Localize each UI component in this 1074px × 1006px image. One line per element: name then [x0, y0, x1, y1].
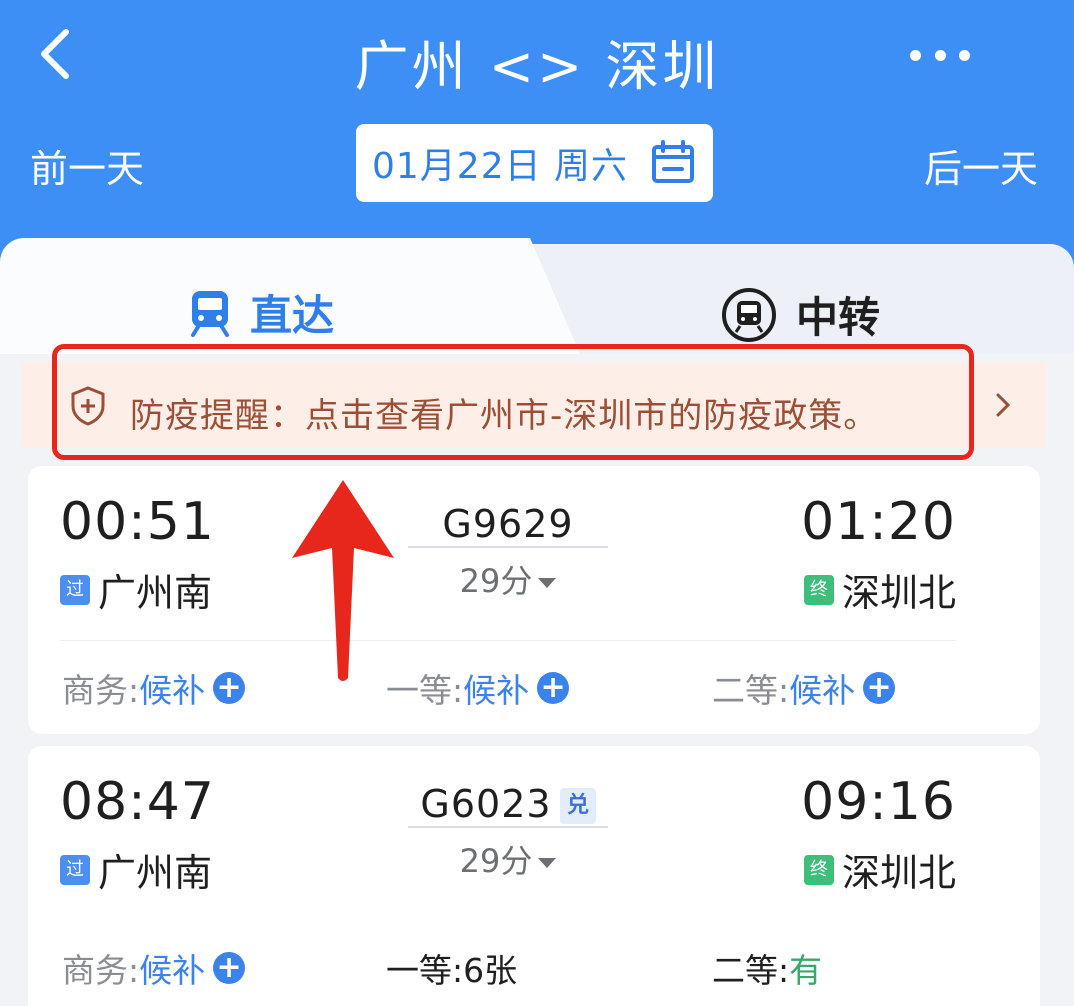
highlight-frame — [52, 344, 974, 460]
seat-first-class[interactable]: 一等: 6张 — [386, 944, 517, 992]
redeem-badge: 兑 — [560, 788, 596, 824]
arrival-station-name: 深圳北 — [841, 571, 956, 615]
transfer-train-icon — [722, 287, 776, 342]
seat-value: 候补 — [463, 671, 530, 710]
seat-first-class[interactable]: 一等: 候补 + — [386, 664, 570, 712]
caret-down-icon — [538, 578, 557, 588]
departure-station: 过 广州南 — [60, 842, 212, 897]
seat-label: 一等: — [386, 951, 464, 990]
seat-second-class[interactable]: 二等: 有 — [712, 944, 822, 992]
arrival-time: 01:20 — [801, 492, 956, 552]
tab-direct-label: 直达 — [250, 291, 335, 340]
departure-station-name: 广州南 — [98, 571, 213, 615]
tab-transfer[interactable]: 中转 — [720, 284, 880, 345]
train-icon — [191, 290, 229, 337]
arrival-time: 09:16 — [801, 772, 956, 832]
seat-value: 候补 — [139, 671, 206, 710]
seat-business[interactable]: 商务: 候补 + — [62, 944, 246, 992]
train-number: G6023 — [420, 782, 552, 826]
seat-business[interactable]: 商务: 候补 + — [62, 664, 246, 712]
duration-toggle[interactable]: 29分 — [408, 836, 608, 882]
tab-transfer-label: 中转 — [796, 293, 881, 342]
departure-time: 08:47 — [60, 772, 215, 832]
departure-station-name: 广州南 — [98, 851, 213, 895]
arrival-station-name: 深圳北 — [841, 851, 956, 895]
arrival-station: 终 深圳北 — [803, 562, 956, 617]
add-waitlist-icon[interactable]: + — [213, 672, 246, 704]
date-label: 01月22日 周六 — [372, 146, 629, 187]
terminal-badge: 终 — [803, 574, 834, 605]
train-divider — [408, 546, 608, 548]
seat-value: 候补 — [789, 671, 856, 710]
seat-value: 候补 — [139, 951, 206, 990]
caret-down-icon — [538, 858, 557, 868]
red-arrow-up-icon — [292, 480, 394, 681]
pass-badge: 过 — [60, 574, 90, 605]
train-number: G9629 — [442, 502, 574, 546]
calendar-icon — [652, 140, 694, 183]
date-picker[interactable]: 01月22日 周六 — [356, 124, 713, 202]
more-dots-icon[interactable] — [910, 50, 970, 62]
pass-badge: 过 — [60, 854, 90, 885]
seat-value: 6张 — [463, 951, 518, 990]
seat-label: 商务: — [62, 671, 140, 710]
add-waitlist-icon[interactable]: + — [863, 672, 896, 704]
seat-second-class[interactable]: 二等: 候补 + — [712, 664, 896, 712]
seat-label: 二等: — [712, 951, 790, 990]
departure-station: 过 广州南 — [60, 562, 212, 617]
duration-label: 29分 — [459, 842, 533, 880]
card-divider — [60, 640, 956, 641]
chevron-right-icon[interactable] — [992, 390, 1014, 420]
terminal-badge: 终 — [803, 854, 834, 885]
train-card[interactable]: 08:47 过 广州南 G6023 兑 29分 09:16 终 深圳北 商务: … — [28, 746, 1040, 1006]
add-waitlist-icon[interactable]: + — [537, 672, 570, 704]
duration-label: 29分 — [459, 562, 533, 600]
seat-value: 有 — [789, 951, 823, 990]
train-divider — [408, 826, 608, 828]
departure-time: 00:51 — [60, 492, 215, 552]
seat-label: 商务: — [62, 951, 140, 990]
route-type-tabs: 直达 中转 — [0, 238, 1074, 354]
train-card[interactable]: 00:51 过 广州南 G9629 29分 01:20 终 深圳北 商务: 候补… — [28, 466, 1040, 734]
next-day-button[interactable]: 后一天 — [924, 138, 1038, 193]
prev-day-button[interactable]: 前一天 — [30, 138, 144, 193]
arrival-station: 终 深圳北 — [803, 842, 956, 897]
seat-label: 二等: — [712, 671, 790, 710]
add-waitlist-icon[interactable]: + — [213, 952, 246, 984]
duration-toggle[interactable]: 29分 — [408, 556, 608, 602]
tab-direct[interactable]: 直达 — [188, 282, 334, 343]
